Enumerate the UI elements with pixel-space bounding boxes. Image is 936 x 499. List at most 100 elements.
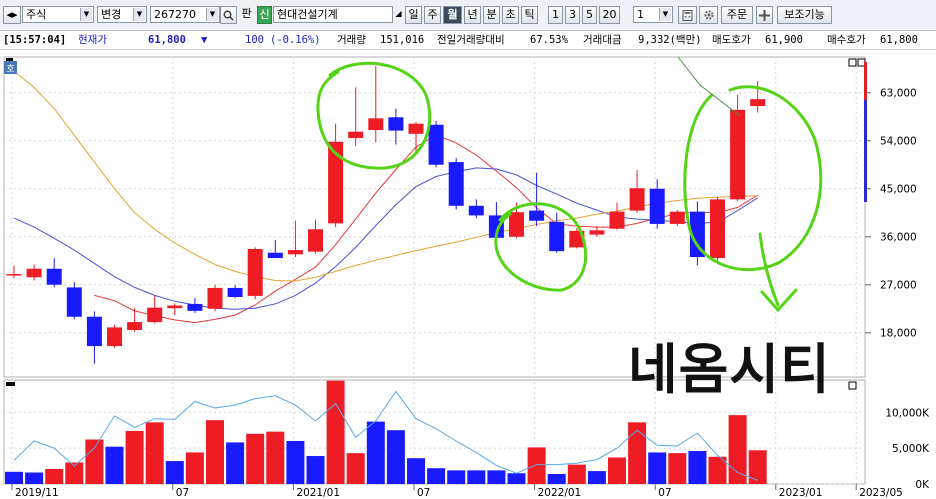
candle-body <box>730 109 746 200</box>
panel-minimize-icon[interactable] <box>848 58 857 67</box>
stock-chart[interactable]: 63,000 54,000 45,000 36,000 27,000 18,000 0K 5,… <box>0 50 936 499</box>
candle-body <box>710 199 725 259</box>
count-value: 1 <box>637 8 644 21</box>
price-tick-label: 27,000 <box>880 280 917 292</box>
toolbar: ◂▸ 주식 ▼ 변경 ▼ 267270 ▼ 판 신 현대건설기계 ◢ 일 주 월… <box>0 0 936 31</box>
price-range-up-marker <box>864 62 867 100</box>
market-select-value: 주식 <box>26 8 47 21</box>
quote-status-bar: [15:57:04] 현재가 61,800 ▼ 100 (-0.16%) 거래량… <box>0 31 936 50</box>
candle-body <box>388 117 404 131</box>
count-select[interactable]: 1 ▼ <box>633 6 673 23</box>
quote-time: [15:57:04] <box>3 34 67 46</box>
candle-body <box>107 327 122 347</box>
volume-bar <box>668 453 687 484</box>
sin-badge: 신 <box>257 6 272 24</box>
overlay-caption: 네옴시티 <box>628 338 831 401</box>
search-button[interactable] <box>220 6 237 24</box>
interval-5[interactable]: 5 <box>582 6 597 24</box>
candle-body <box>6 274 22 276</box>
panel-minimize-icon[interactable] <box>6 58 13 61</box>
volume-bar <box>85 439 104 484</box>
time-tick-label: 2021/01 <box>296 487 340 499</box>
volume-bar <box>728 415 747 484</box>
chevron-down-icon[interactable]: ▼ <box>133 8 145 21</box>
volume-bar <box>246 433 265 484</box>
price-tick-label: 36,000 <box>880 232 917 244</box>
candle-body <box>227 287 243 297</box>
period-tick[interactable]: 틱 <box>521 6 538 24</box>
candle-body <box>147 307 163 323</box>
candle-body <box>649 188 665 224</box>
period-minute[interactable]: 분 <box>483 6 500 24</box>
stock-code-input[interactable]: 267270 ▼ <box>150 6 220 23</box>
volume-bar <box>487 470 506 484</box>
bid-price-label: 매수호가 <box>827 34 866 46</box>
candle-body <box>127 322 143 331</box>
order-button[interactable]: 주문 <box>721 6 753 24</box>
candle-body <box>549 221 565 252</box>
volume-bar <box>688 451 707 484</box>
volume-bar <box>125 430 144 484</box>
panel-tab-label: 호 <box>6 64 14 75</box>
search-icon <box>223 10 234 21</box>
candle-body <box>448 162 464 206</box>
trade-amount-label: 거래대금 <box>583 34 622 46</box>
change-mode-value: 변경 <box>101 8 122 21</box>
candle-body <box>408 123 424 134</box>
volume-bar <box>346 453 365 484</box>
settings-button[interactable] <box>699 6 718 24</box>
volume-value: 151,016 <box>380 34 425 46</box>
chevron-down-icon[interactable]: ▼ <box>80 8 92 21</box>
interval-3[interactable]: 3 <box>565 6 580 24</box>
volume-panel-minimize-icon[interactable] <box>6 382 15 386</box>
current-price: 61,800 <box>148 34 186 46</box>
time-tick-label: 2019/11 <box>15 487 59 499</box>
volume-bar <box>507 473 526 484</box>
prev-volume-ratio-label: 전일거래량대비 <box>437 34 505 46</box>
calculator-button[interactable] <box>678 6 697 24</box>
volume-tick-label: 10,000K <box>885 407 930 419</box>
crosshair-button[interactable] <box>756 6 773 24</box>
period-day[interactable]: 일 <box>405 6 422 24</box>
candle-body <box>589 230 605 235</box>
time-tick-label: 07 <box>658 487 671 499</box>
panel-close-icon[interactable] <box>857 58 866 67</box>
candle-body <box>26 268 42 278</box>
volume-panel-minimize-icon[interactable] <box>848 381 857 390</box>
candle-body <box>368 118 384 131</box>
volume-bar <box>165 461 184 484</box>
candle-body <box>46 268 62 285</box>
candle-body <box>529 210 545 221</box>
volume-bar <box>105 446 124 484</box>
price-change-pct: (-0.16%) <box>270 34 321 46</box>
candle-body <box>287 250 303 255</box>
period-year[interactable]: 년 <box>464 6 481 24</box>
volume-bar <box>206 420 224 484</box>
candle-body <box>247 249 263 296</box>
volume-tick-label: 5,000K <box>892 443 930 455</box>
ask-price-label: 매도호가 <box>712 34 751 46</box>
market-select[interactable]: 주식 ▼ <box>22 6 94 23</box>
time-tick-label: 2022/01 <box>538 487 582 499</box>
chevron-down-icon[interactable]: ▼ <box>206 8 218 21</box>
volume-bar <box>306 456 325 484</box>
candle-body <box>609 211 625 229</box>
crosshair-icon <box>759 10 770 21</box>
interval-20[interactable]: 20 <box>599 6 620 24</box>
volume-bar <box>587 471 606 484</box>
volume-bar <box>467 470 486 484</box>
period-week[interactable]: 주 <box>424 6 441 24</box>
trade-amount: 9,332(백만) <box>638 34 702 46</box>
interval-1[interactable]: 1 <box>548 6 563 24</box>
change-mode-select[interactable]: 변경 ▼ <box>97 6 147 23</box>
volume-bar <box>386 430 405 484</box>
change-down-icon: ▼ <box>201 34 208 46</box>
period-month[interactable]: 월 <box>443 6 462 24</box>
price-tick-label: 63,000 <box>880 88 917 100</box>
volume-bar <box>547 473 566 484</box>
chevron-down-icon[interactable]: ▼ <box>659 8 671 21</box>
period-second[interactable]: 초 <box>502 6 519 24</box>
volume-bar <box>648 452 667 484</box>
aux-function-button[interactable]: 보조기능 <box>777 6 832 24</box>
nav-arrows-button[interactable]: ◂▸ <box>3 6 21 24</box>
